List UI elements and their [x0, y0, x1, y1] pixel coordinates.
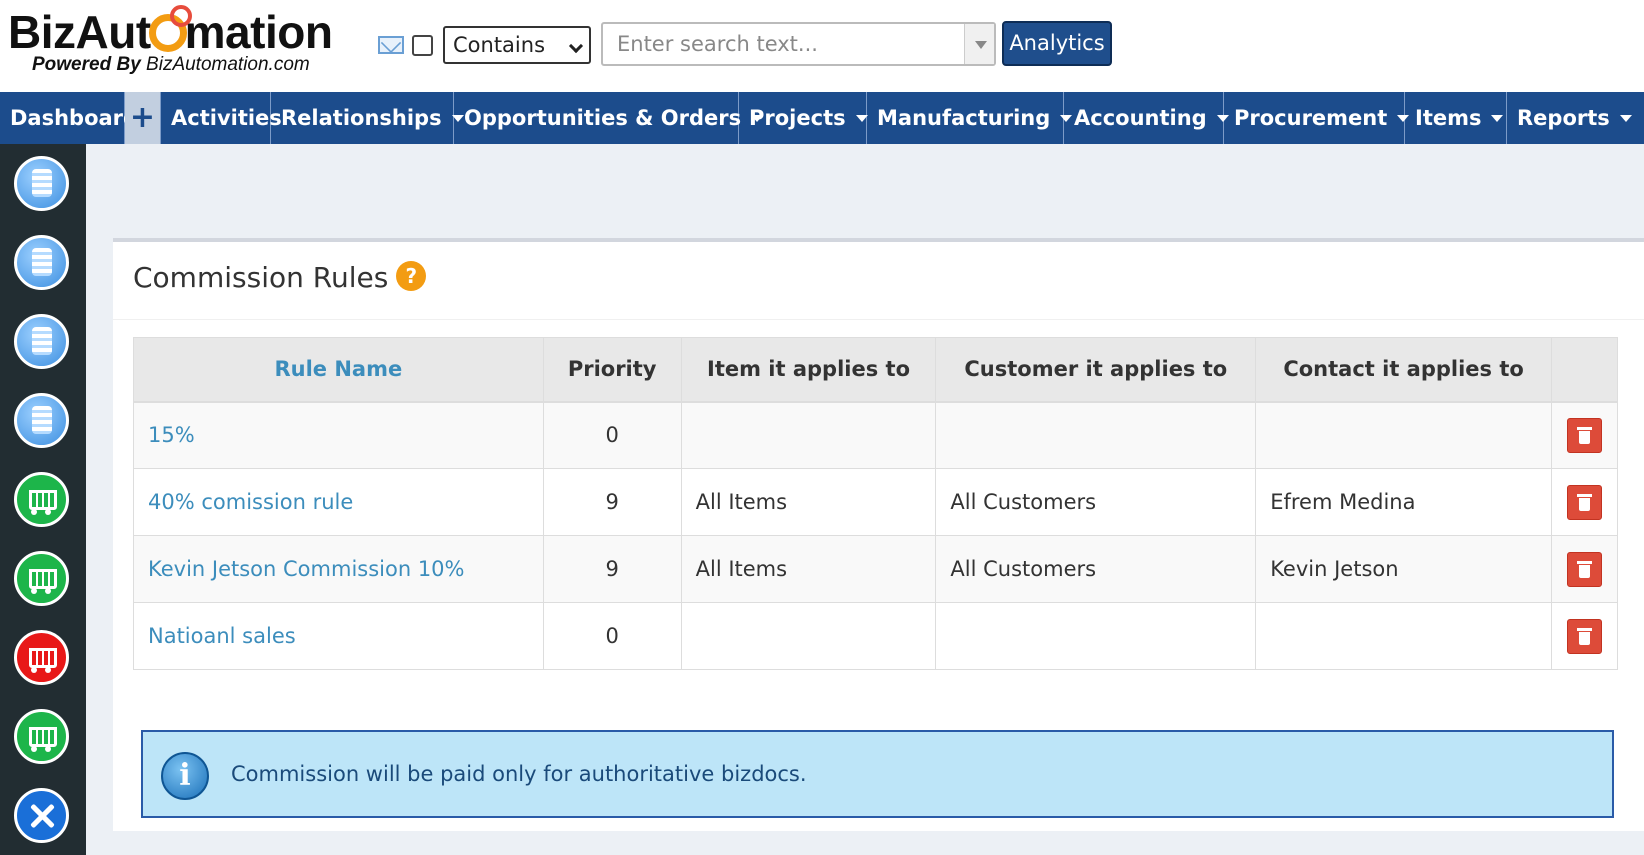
nav-plus-button[interactable]: + [125, 92, 161, 144]
search-mode-select[interactable]: Contains [443, 26, 591, 64]
search-dropdown-button[interactable] [964, 24, 994, 64]
database-icon[interactable] [14, 156, 69, 211]
box-header: Commission Rules? [113, 242, 1644, 320]
item-cell: All Items [680, 468, 937, 536]
commission-rules-box: Commission Rules? Rule Name Priority Ite… [113, 238, 1644, 831]
delete-trash-icon[interactable] [1566, 618, 1602, 654]
column-rule-name[interactable]: Rule Name [133, 337, 544, 403]
priority-cell: 0 [542, 602, 682, 670]
tools-icon[interactable] [14, 788, 69, 843]
sidebar [0, 144, 86, 855]
customer-cell: All Customers [935, 468, 1257, 536]
table-row: 40% comission rule 9 All Items All Custo… [133, 468, 1619, 536]
cart-icon[interactable] [14, 472, 69, 527]
contact-cell [1255, 401, 1552, 469]
contact-cell [1255, 602, 1552, 670]
cart-icon[interactable] [14, 709, 69, 764]
nav-items[interactable]: Items [1405, 92, 1507, 144]
nav-manufacturing[interactable]: Manufacturing [867, 92, 1073, 144]
item-cell [680, 602, 937, 670]
database-icon[interactable] [14, 235, 69, 290]
delete-trash-icon[interactable] [1566, 551, 1602, 587]
notice-text: Commission will be paid only for authori… [231, 762, 807, 786]
column-actions [1550, 337, 1619, 403]
database-icon[interactable] [14, 393, 69, 448]
caret-down-icon [1619, 115, 1632, 122]
nav-reports[interactable]: Reports [1507, 92, 1643, 144]
cart-icon[interactable] [14, 551, 69, 606]
rule-name-link[interactable]: Kevin Jetson Commission 10% [133, 535, 544, 603]
nav-activities[interactable]: Activities [161, 92, 282, 144]
nav-relationships[interactable]: Relationships [271, 92, 464, 144]
table-row: Natioanl sales 0 [133, 602, 1619, 670]
contact-cell: Kevin Jetson [1255, 535, 1552, 603]
item-cell: All Items [680, 535, 937, 603]
delete-trash-icon[interactable] [1566, 417, 1602, 453]
search-checkbox[interactable] [412, 35, 433, 56]
nav-opportunities-orders[interactable]: Opportunities & Orders [454, 92, 764, 144]
table-row: 15% 0 [133, 401, 1619, 469]
nav-accounting[interactable]: Accounting [1064, 92, 1229, 144]
column-priority: Priority [542, 337, 682, 403]
info-icon: i [161, 752, 209, 800]
cart-red-icon[interactable] [14, 630, 69, 685]
table-row: Kevin Jetson Commission 10% 9 All Items … [133, 535, 1619, 603]
customer-cell: All Customers [935, 535, 1257, 603]
commission-rules-table: Rule Name Priority Item it applies to Cu… [133, 337, 1619, 670]
caret-down-icon [855, 115, 868, 122]
gear-icon [148, 5, 192, 52]
rule-name-link[interactable]: Natioanl sales [133, 602, 544, 670]
priority-cell: 9 [542, 535, 682, 603]
chevron-down-icon [568, 38, 584, 54]
customer-cell [935, 401, 1257, 469]
nav-procurement[interactable]: Procurement [1224, 92, 1410, 144]
nav-projects[interactable]: Projects [739, 92, 868, 144]
column-customer: Customer it applies to [935, 337, 1257, 403]
nav-dashboard[interactable]: Dashboard [0, 92, 138, 144]
item-cell [680, 401, 937, 469]
database-icon[interactable] [14, 314, 69, 369]
delete-trash-icon[interactable] [1566, 484, 1602, 520]
analytics-button[interactable]: Analytics [1002, 21, 1112, 66]
help-icon[interactable]: ? [396, 261, 427, 291]
top-header: BizAut mation Powered By BizAutomation.co… [0, 0, 1644, 92]
caret-down-icon [1491, 115, 1504, 122]
info-notice: i Commission will be paid only for autho… [141, 730, 1614, 818]
rule-name-link[interactable]: 15% [133, 401, 544, 469]
contact-cell: Efrem Medina [1255, 468, 1552, 536]
mail-icon[interactable] [378, 36, 404, 54]
customer-cell [935, 602, 1257, 670]
bizautomation-logo[interactable]: BizAut mation Powered By BizAutomation.co… [8, 5, 333, 76]
column-contact: Contact it applies to [1255, 337, 1552, 403]
main-nav: Dashboard + Activities Relationships Opp… [0, 92, 1644, 144]
priority-cell: 0 [542, 401, 682, 469]
column-item: Item it applies to [680, 337, 937, 403]
search-input[interactable]: Enter search text... [601, 22, 996, 66]
table-header-row: Rule Name Priority Item it applies to Cu… [133, 337, 1619, 403]
page-title: Commission Rules [133, 261, 389, 294]
priority-cell: 9 [542, 468, 682, 536]
rule-name-link[interactable]: 40% comission rule [133, 468, 544, 536]
